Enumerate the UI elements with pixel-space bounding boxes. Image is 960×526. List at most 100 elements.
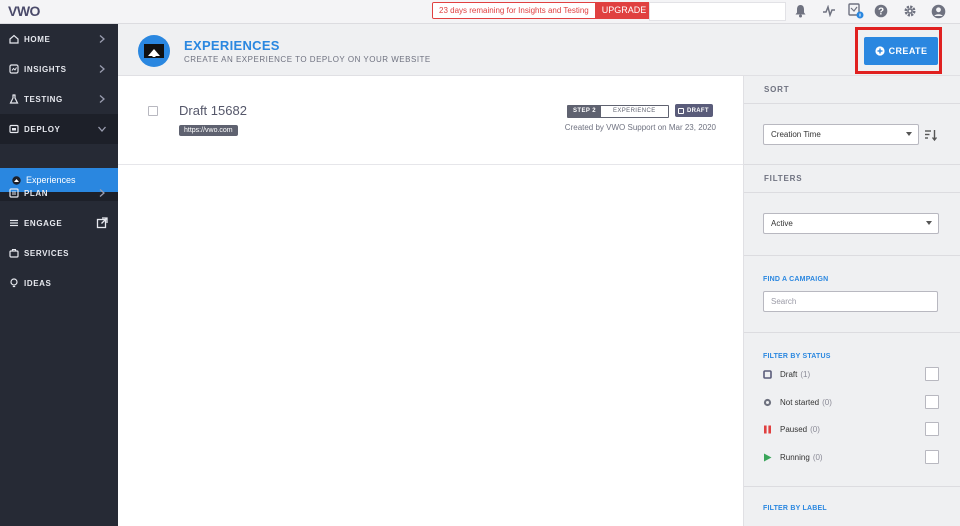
status-badge-label: DRAFT [687,107,709,114]
filter-status-label: FILTER BY STATUS [763,353,831,360]
filter-select[interactable]: Active [763,213,939,234]
step-label: STEP 2 [568,106,601,117]
filter-select-value: Active [771,219,793,228]
account-icon[interactable] [930,3,946,19]
trial-message: 23 days remaining for Insights and Testi… [433,3,595,18]
home-icon [9,34,19,44]
status-checkbox[interactable] [925,367,939,381]
sidebar-item-label: IDEAS [24,278,52,288]
experiences-icon [138,35,170,67]
status-name: Not started [780,397,820,407]
bulb-icon [9,278,19,288]
settings-icon[interactable] [902,3,918,19]
status-count: (0) [810,424,820,434]
briefcase-icon [9,248,19,258]
status-checkbox[interactable] [925,395,939,409]
sidebar-item-insights[interactable]: INSIGHTS [0,54,118,84]
filters-heading: FILTERS [744,165,960,193]
status-checkbox[interactable] [925,422,939,436]
sidebar-item-label: PLAN [24,188,49,198]
status-filter-draft[interactable]: Draft (1) [763,367,939,381]
sidebar-item-ideas[interactable]: IDEAS [0,268,118,298]
status-name: Draft [780,369,798,379]
logo-text: VWO [8,3,40,19]
activity-icon[interactable] [821,3,837,19]
external-link-icon [96,217,108,229]
sidebar-item-services[interactable]: SERVICES [0,238,118,268]
plan-icon [9,188,19,198]
step-name: EXPERIENCE [600,106,668,117]
create-button-highlight: CREATE [855,27,942,74]
help-icon[interactable]: ? [873,3,889,19]
status-name: Running [780,452,810,462]
top-search-input[interactable] [649,2,786,21]
status-name: Paused [780,424,808,434]
row-checkbox[interactable] [148,106,158,116]
bell-icon[interactable] [792,3,808,19]
svg-text:?: ? [878,7,884,18]
sort-direction-icon[interactable] [924,128,938,142]
sort-heading: SORT [744,76,960,104]
sidebar-item-label: SERVICES [24,248,70,258]
panel-divider [744,332,960,333]
status-count: (0) [812,452,823,462]
find-campaign-label: FIND A CAMPAIGN [763,276,829,283]
trial-banner: 23 days remaining for Insights and Testi… [432,2,655,19]
not-started-icon [763,398,772,407]
sort-select-value: Creation Time [771,130,821,139]
caret-down-icon [926,221,932,225]
vwo-logo[interactable]: VWO [8,3,40,19]
step-indicator: STEP 2 EXPERIENCE [567,105,669,118]
sidebar-item-label: ENGAGE [24,218,63,228]
draft-icon [763,369,772,379]
chevron-right-icon [99,35,105,43]
sidebar-item-label: INSIGHTS [24,64,67,74]
page-title: EXPERIENCES [184,38,280,53]
sidebar-item-home[interactable]: HOME [0,24,118,54]
top-bar: VWO 23 days remaining for Insights and T… [0,0,960,24]
status-filter-paused[interactable]: Paused (0) [763,422,939,436]
sidebar-item-label: TESTING [24,94,63,104]
sidebar: HOME INSIGHTS TESTING DEPLOY Experiences… [0,24,118,526]
panel-divider [744,486,960,487]
chevron-right-icon [99,189,105,197]
plus-circle-icon [875,46,885,56]
status-checkbox[interactable] [925,450,939,464]
caret-down-icon [906,132,912,136]
status-filter-not-started[interactable]: Not started (0) [763,395,939,409]
deploy-icon [9,124,19,134]
status-count: (0) [822,397,832,407]
upgrade-button[interactable]: UPGRADE [594,3,654,18]
chevron-down-icon [98,126,106,132]
status-count: (1) [800,369,811,379]
filter-label-heading: FILTER BY LABEL [763,505,827,512]
create-label: CREATE [888,46,928,56]
created-info: Created by VWO Support on Mar 23, 2020 [564,123,716,132]
panel-divider [744,255,960,256]
sidebar-item-plan[interactable]: PLAN [0,178,118,208]
campaign-search-input[interactable]: Search [763,291,938,312]
engage-icon [9,218,19,228]
create-button[interactable]: CREATE [864,37,938,65]
filter-panel: SORT Creation Time FILTERS Active FIND A… [743,76,960,526]
draft-icon [678,107,684,114]
status-filter-running[interactable]: Running (0) [763,450,939,464]
integrations-icon[interactable] [848,3,864,19]
flask-icon [9,94,19,104]
sidebar-item-deploy[interactable]: DEPLOY [0,114,118,144]
page-subtitle: CREATE AN EXPERIENCE TO DEPLOY ON YOUR W… [184,55,431,64]
campaign-name[interactable]: Draft 15682 [179,103,247,118]
chevron-right-icon [99,65,105,73]
page-header: EXPERIENCES CREATE AN EXPERIENCE TO DEPL… [118,24,960,76]
sidebar-item-testing[interactable]: TESTING [0,84,118,114]
search-placeholder: Search [771,297,797,306]
sort-select[interactable]: Creation Time [763,124,919,145]
sidebar-item-label: HOME [24,34,51,44]
campaign-list: Draft 15682 https://vwo.com STEP 2 EXPER… [118,76,743,526]
pause-icon [763,425,772,434]
campaign-row[interactable]: Draft 15682 https://vwo.com STEP 2 EXPER… [118,76,743,165]
play-icon [763,453,772,462]
status-badge: DRAFT [675,104,713,117]
sidebar-item-engage[interactable]: ENGAGE [0,208,118,238]
chevron-right-icon [99,95,105,103]
